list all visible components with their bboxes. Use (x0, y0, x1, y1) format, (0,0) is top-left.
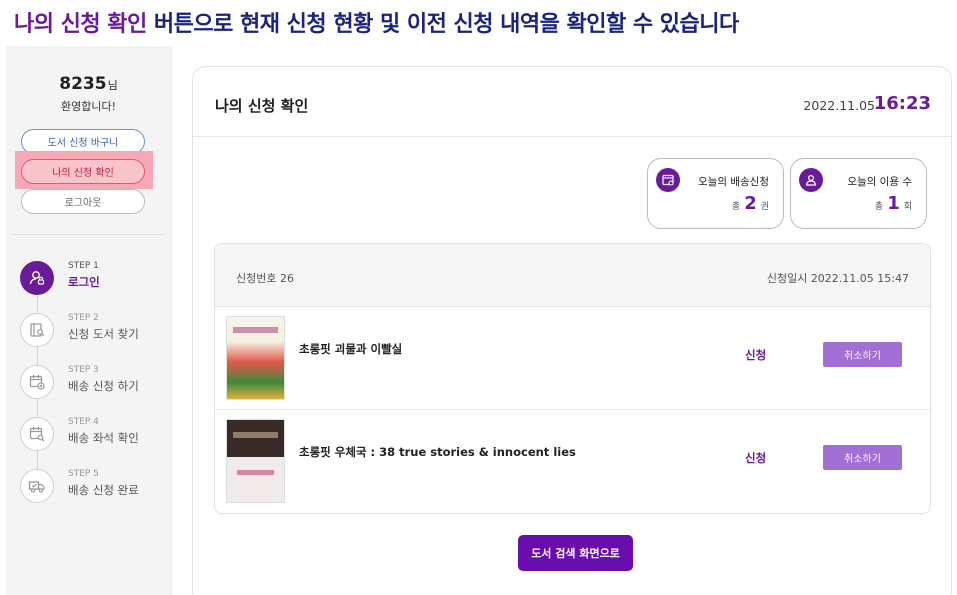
welcome-text: 환영합니다! (60, 100, 116, 113)
request-date-value: 2022.11.05 15:47 (810, 272, 909, 285)
stat-label: 오늘의 이용 수 (847, 176, 912, 188)
step-number: STEP 4 (68, 417, 99, 427)
current-date: 2022.11.05 (803, 98, 875, 113)
my-requests-button[interactable]: 나의 신청 확인 (21, 159, 145, 184)
book-title: 초롱핏 괴물과 이빨실 (299, 342, 403, 356)
header-divider (193, 136, 951, 137)
step-5: STEP 5 배송 신청 완료 (20, 469, 170, 505)
stat-value: 총 2 권 (732, 193, 769, 214)
book-status: 신청 (745, 451, 767, 465)
step-number: STEP 1 (68, 261, 99, 271)
step-label: 배송 신청 완료 (68, 483, 139, 497)
stat-label: 오늘의 배송신청 (698, 176, 769, 188)
book-title: 초롱핏 우체국 : 38 true stories & innocent lie… (299, 445, 576, 459)
request-date: 신청일시 2022.11.05 15:47 (767, 270, 909, 286)
my-requests-panel: 나의 신청 확인 2022.11.05 16:23 오늘의 배송신청 총 2 권… (192, 66, 952, 595)
request-header: 신청번호 26 신청일시 2022.11.05 15:47 (215, 244, 930, 307)
user-icon (799, 168, 823, 192)
book-row: 초롱핏 괴물과 이빨실 신청 취소하기 (215, 307, 930, 410)
stat-usage-card: 오늘의 이용 수 총 1 회 (790, 158, 927, 229)
step-number: STEP 5 (68, 469, 99, 479)
stat-prefix: 총 (731, 202, 741, 212)
step-label: 배송 신청 하기 (68, 379, 139, 393)
book-row: 초롱핏 우체국 : 38 true stories & innocent lie… (215, 410, 930, 513)
stat-prefix: 총 (874, 202, 884, 212)
stat-unit: 권 (760, 202, 769, 212)
step-1: STEP 1 로그인 (20, 261, 170, 297)
user-greeting: 8235님 (6, 74, 171, 94)
step-number: STEP 3 (68, 365, 99, 375)
request-id-value: 26 (279, 272, 294, 285)
book-search-icon (20, 313, 54, 347)
current-time: 16:23 (873, 93, 931, 114)
book-cover (226, 316, 285, 400)
user-lock-icon (20, 261, 54, 295)
user-id: 8235 (59, 74, 107, 94)
logout-button[interactable]: 로그아웃 (21, 189, 145, 214)
calendar-check-icon (656, 168, 680, 192)
stat-delivery-card: 오늘의 배송신청 총 2 권 (647, 158, 784, 229)
step-2: STEP 2 신청 도서 찾기 (20, 313, 170, 349)
request-id-label: 신청번호 (236, 272, 277, 285)
user-suffix: 님 (107, 79, 118, 92)
delivery-truck-icon (20, 469, 54, 503)
caption-highlight: 나의 신청 확인 (14, 12, 147, 37)
stat-number: 2 (744, 193, 757, 214)
caption-text: 버튼으로 현재 신청 현황 및 이전 신청 내역을 확인할 수 있습니다 (146, 12, 739, 37)
sidebar: 8235님 환영합니다! 도서 신청 바구니 나의 신청 확인 로그아웃 STE… (6, 46, 172, 595)
step-4: STEP 4 배송 좌석 확인 (20, 417, 170, 453)
stat-unit: 회 (903, 202, 912, 212)
cancel-button[interactable]: 취소하기 (823, 342, 902, 367)
step-label: 배송 좌석 확인 (68, 431, 139, 445)
caption: 나의 신청 확인 버튼으로 현재 신청 현황 및 이전 신청 내역을 확인할 수… (14, 6, 739, 38)
sidebar-divider (12, 234, 166, 235)
request-id: 신청번호 26 (236, 270, 294, 286)
calendar-search-icon (20, 417, 54, 451)
go-to-search-button[interactable]: 도서 검색 화면으로 (518, 535, 633, 571)
step-number: STEP 2 (68, 313, 99, 323)
request-date-label: 신청일시 (766, 272, 808, 285)
stat-value: 총 1 회 (875, 193, 912, 214)
stat-number: 1 (887, 193, 900, 214)
step-label: 로그인 (68, 275, 100, 289)
book-status: 신청 (745, 348, 767, 362)
step-3: STEP 3 배송 신청 하기 (20, 365, 170, 401)
request-card: 신청번호 26 신청일시 2022.11.05 15:47 초롱핏 괴물과 이빨… (214, 243, 931, 514)
calendar-add-icon (20, 365, 54, 399)
cancel-button[interactable]: 취소하기 (823, 445, 902, 470)
book-cover (226, 419, 285, 503)
step-label: 신청 도서 찾기 (68, 327, 139, 341)
page-title: 나의 신청 확인 (215, 97, 309, 115)
